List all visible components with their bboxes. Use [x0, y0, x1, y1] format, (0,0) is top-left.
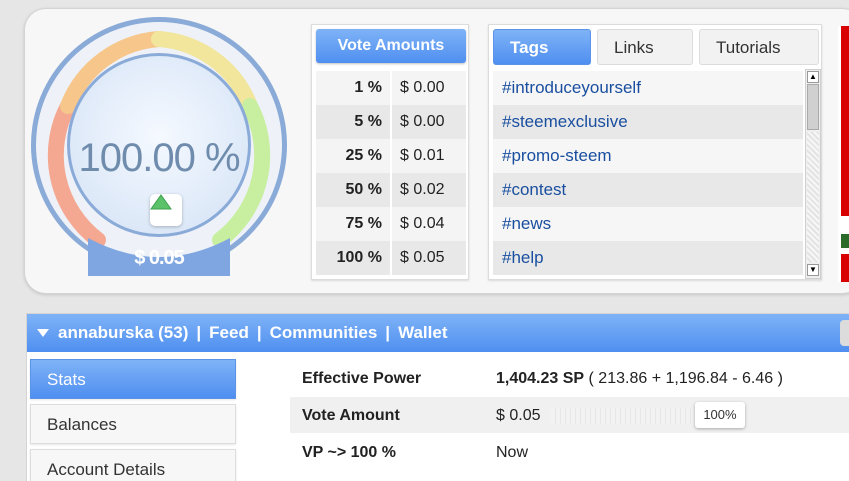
- vote-row-amount: $ 0.00: [392, 105, 466, 139]
- stats-table: Effective Power 1,404.23 SP ( 213.86 + 1…: [290, 360, 849, 471]
- effective-power-value: 1,404.23 SP: [496, 370, 585, 387]
- tag-link[interactable]: #steemexclusive: [493, 105, 803, 139]
- menu-item-account-details[interactable]: Account Details: [30, 449, 236, 481]
- vote-row: 1 % $ 0.00: [316, 71, 466, 105]
- menu-item-stats[interactable]: Stats: [30, 359, 236, 399]
- upvote-icon: [150, 194, 172, 210]
- tab-tags[interactable]: Tags: [493, 29, 591, 65]
- scroll-track[interactable]: [807, 132, 819, 262]
- vote-row: 50 % $ 0.02: [316, 173, 466, 207]
- scroll-down-icon[interactable]: ▼: [807, 264, 819, 276]
- menu-item-balances[interactable]: Balances: [30, 404, 236, 444]
- stat-row-effective-power: Effective Power 1,404.23 SP ( 213.86 + 1…: [290, 360, 849, 397]
- nav-link-wallet[interactable]: Wallet: [398, 323, 447, 343]
- nav-separator: |: [256, 323, 262, 342]
- tag-link[interactable]: #help: [493, 241, 803, 275]
- effective-power-breakdown: ( 213.86 + 1,196.84 - 6.46 ): [588, 370, 783, 387]
- nav-separator: |: [385, 323, 391, 342]
- vote-row-percent: 50 %: [316, 173, 392, 207]
- account-panel: annaburska (53) | Feed | Communities | W…: [26, 313, 849, 481]
- vote-weight-slider[interactable]: 100%: [550, 401, 745, 428]
- vote-row: 75 % $ 0.04: [316, 207, 466, 241]
- vote-row-percent: 25 %: [316, 139, 392, 173]
- tag-list-scrollbar[interactable]: ▲ ▼: [805, 69, 821, 279]
- stat-label: Vote Amount: [302, 407, 400, 424]
- vote-row-percent: 1 %: [316, 71, 392, 105]
- search-button[interactable]: [840, 320, 849, 346]
- vote-amounts-card: Vote Amounts 1 % $ 0.00 5 % $ 0.00 25 % $ 0…: [311, 24, 469, 280]
- voting-power-gauge: 100.00 % $ 0.05: [28, 14, 290, 276]
- vote-row-percent: 75 %: [316, 207, 392, 241]
- vote-amounts-header: Vote Amounts: [316, 29, 466, 63]
- vote-row-percent: 100 %: [316, 241, 392, 275]
- tag-link[interactable]: #promo-steem: [493, 139, 803, 173]
- vote-row: 25 % $ 0.01: [316, 139, 466, 173]
- vote-amounts-table: 1 % $ 0.00 5 % $ 0.00 25 % $ 0.01 50 % $ 0.0…: [316, 71, 466, 275]
- scroll-up-icon[interactable]: ▲: [807, 71, 819, 83]
- vote-amount-value: $ 0.05: [496, 407, 541, 424]
- vote-row-amount: $ 0.04: [392, 207, 466, 241]
- side-menu: Stats Balances Account Details: [30, 359, 236, 481]
- gauge-percent: 100.00 %: [78, 136, 240, 180]
- tag-list: #introduceyourself #steemexclusive #prom…: [493, 71, 803, 275]
- upvote-button[interactable]: [150, 194, 182, 226]
- vote-row-amount: $ 0.00: [392, 71, 466, 105]
- tag-link[interactable]: #news: [493, 207, 803, 241]
- nav-separator: |: [196, 323, 202, 342]
- stat-label: Effective Power: [302, 370, 422, 387]
- scroll-thumb[interactable]: [807, 84, 819, 130]
- vote-row: 5 % $ 0.00: [316, 105, 466, 139]
- tab-links[interactable]: Links: [597, 29, 693, 65]
- gauge-vote-value: $ 0.05: [134, 247, 185, 269]
- nav-link-feed[interactable]: Feed: [209, 323, 249, 343]
- vote-row-amount: $ 0.01: [392, 139, 466, 173]
- stat-value: 1,404.23 SP ( 213.86 + 1,196.84 - 6.46 ): [484, 360, 849, 396]
- side-banner-image: [838, 26, 849, 282]
- stat-value: Now: [496, 444, 529, 461]
- chevron-down-icon[interactable]: [36, 328, 50, 338]
- account-username[interactable]: annaburska (53): [58, 323, 188, 343]
- stat-label: VP ~> 100 %: [302, 444, 396, 461]
- tab-tutorials[interactable]: Tutorials: [699, 29, 819, 65]
- tags-tabs: Tags Links Tutorials: [493, 29, 819, 65]
- stat-value: $ 0.05 100%: [484, 397, 849, 433]
- vote-row-percent: 5 %: [316, 105, 392, 139]
- vote-row-amount: $ 0.05: [392, 241, 466, 275]
- tag-link[interactable]: #introduceyourself: [493, 71, 803, 105]
- stat-row-vp: VP ~> 100 % Now: [290, 434, 849, 471]
- stat-row-vote-amount: Vote Amount $ 0.05 100%: [290, 397, 849, 434]
- nav-link-communities[interactable]: Communities: [270, 323, 378, 343]
- vote-weight-badge[interactable]: 100%: [694, 401, 745, 428]
- vote-row-amount: $ 0.02: [392, 173, 466, 207]
- tags-card: Tags Links Tutorials #introduceyourself …: [488, 24, 822, 280]
- account-nav-bar: annaburska (53) | Feed | Communities | W…: [27, 314, 849, 352]
- vote-row: 100 % $ 0.05: [316, 241, 466, 275]
- tag-link[interactable]: #contest: [493, 173, 803, 207]
